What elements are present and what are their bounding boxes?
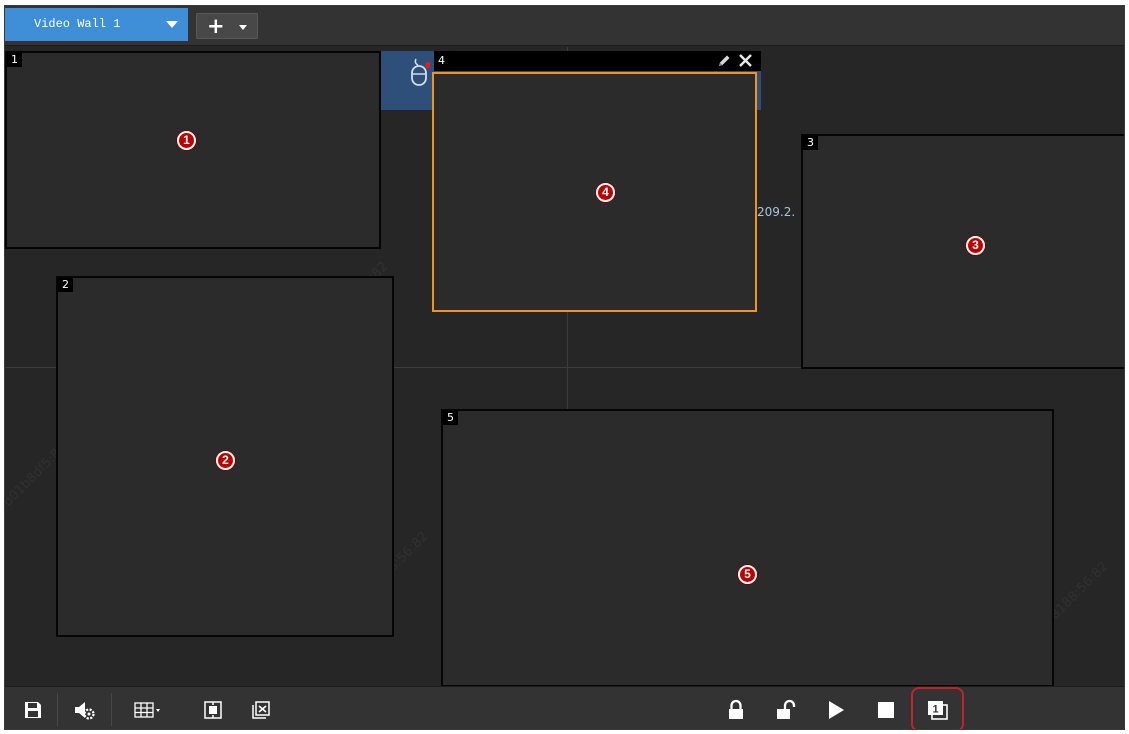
close-icon[interactable] [737, 52, 754, 69]
window-1[interactable]: 1 1 [5, 51, 381, 249]
wall-number-icon: 1 [928, 700, 948, 720]
window-division-button[interactable] [123, 687, 173, 729]
plus-icon: + [207, 14, 225, 38]
window-number: 2 [58, 278, 73, 292]
play-icon [829, 700, 844, 719]
add-video-wall-button[interactable]: + [196, 13, 258, 39]
show-window-number-button[interactable]: 1 [919, 687, 957, 729]
bottom-toolbar: 1 [5, 686, 1124, 729]
window-5[interactable]: 5 5 [441, 409, 1054, 687]
window-number: 5 [443, 411, 458, 425]
stop-button[interactable] [871, 687, 901, 729]
toolbar-separator [57, 693, 58, 726]
callout-marker: 1 [177, 131, 196, 150]
window-2[interactable]: 2 2 [56, 276, 394, 637]
window-number: 4 [438, 54, 445, 67]
audio-settings-icon [75, 701, 95, 720]
window-4-header[interactable]: 4 [434, 51, 761, 71]
edit-pencil-icon[interactable] [716, 53, 732, 69]
window-number: 3 [803, 136, 818, 150]
unlock-button[interactable] [769, 687, 803, 729]
mouse-icon [411, 58, 430, 86]
fullscreen-window-button[interactable] [193, 687, 233, 729]
audio-settings-button[interactable] [63, 687, 107, 729]
window-3[interactable]: 3 3 [801, 134, 1124, 369]
callout-marker: 3 [966, 236, 985, 255]
callout-marker: 2 [216, 451, 235, 470]
video-wall-canvas[interactable]: 209.2. b01b8df5:8188:56:82 b01b8df5:8188… [5, 47, 1124, 687]
callout-marker: 5 [738, 565, 757, 584]
toolbar-separator [111, 693, 112, 726]
wall-number-text: 1 [932, 703, 938, 715]
caret-down-icon[interactable] [239, 25, 247, 30]
stop-icon [878, 701, 894, 718]
lock-button[interactable] [721, 687, 751, 729]
fullscreen-window-icon [204, 700, 222, 719]
tab-label: Video Wall 1 [34, 17, 121, 31]
play-button[interactable] [821, 687, 851, 729]
clear-window-button[interactable] [241, 687, 281, 729]
decoder-ip-text: 209.2. [757, 205, 796, 219]
save-icon [25, 701, 41, 718]
tab-video-wall-1[interactable]: Video Wall 1 [5, 8, 188, 41]
video-wall-app: Video Wall 1 + 209.2. b01b8df5:8188:56:8… [4, 5, 1125, 730]
tab-dropdown-icon[interactable] [166, 21, 178, 28]
lock-icon [729, 699, 743, 719]
unlock-icon [777, 699, 796, 719]
tab-bar: Video Wall 1 + [5, 6, 1124, 46]
window-number: 1 [7, 53, 22, 67]
save-button[interactable] [13, 687, 53, 729]
window-division-icon [134, 701, 160, 718]
callout-marker: 4 [596, 183, 615, 202]
clear-window-icon [252, 700, 270, 719]
window-4[interactable]: 4 [432, 72, 757, 312]
